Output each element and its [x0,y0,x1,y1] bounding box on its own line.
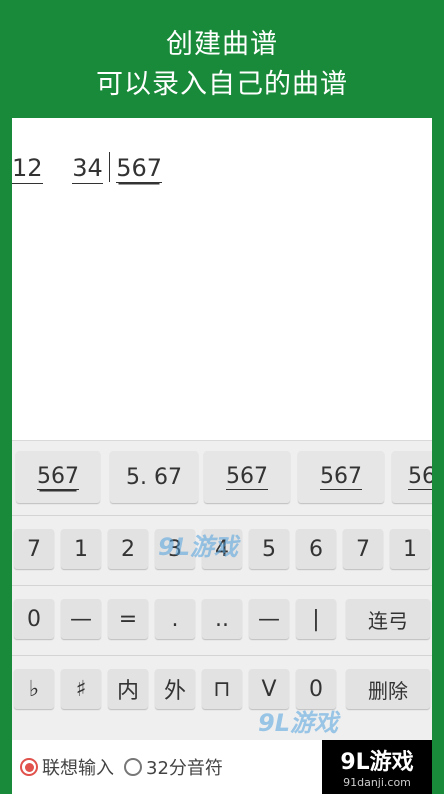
delete-button[interactable]: 删除 [346,669,430,709]
key-double-underline[interactable]: = [108,599,148,639]
key-inner[interactable]: 内 [108,669,148,709]
bottom-options: 联想输入 32分音符 9L游戏 91danji.com [12,740,432,794]
slur-button[interactable]: 连弓 [346,599,430,639]
key-7-low[interactable]: 7 [14,529,54,569]
key-2[interactable]: 2 [108,529,148,569]
suggestion-2[interactable]: 5. 67 [110,451,198,503]
key-double-dot[interactable]: .. [202,599,242,639]
key-1-high[interactable]: 1 [390,529,430,569]
suggestion-4[interactable]: 567 [298,451,384,503]
divider [12,655,432,656]
badge-title: 9L游戏 [340,750,414,775]
header-banner: 创建曲谱 可以录入自己的曲谱 [0,0,444,118]
note-group-3[interactable]: 567 [116,154,163,183]
badge-url: 91danji.com [343,776,411,789]
suggestion-3[interactable]: 567 [204,451,290,503]
key-rest-0[interactable]: 0 [14,599,54,639]
key-flat[interactable]: ♭ [14,669,54,709]
radio-checked-icon [20,758,38,776]
key-6[interactable]: 6 [296,529,336,569]
key-underline[interactable]: — [61,599,101,639]
divider [12,585,432,586]
watermark-logo: 9L游戏 [258,709,338,737]
key-7[interactable]: 7 [343,529,383,569]
32nd-note-option[interactable]: 32分音符 [124,754,223,780]
score-editor[interactable]: 12 34 567 [12,118,432,440]
note-group-2[interactable]: 34 [72,154,103,184]
note-group-1[interactable]: 12 [12,154,43,184]
key-dot[interactable]: . [155,599,195,639]
suggestion-5[interactable]: 56 [392,451,432,503]
key-bar-line[interactable]: | [296,599,336,639]
key-outer[interactable]: 外 [155,669,195,709]
key-1[interactable]: 1 [61,529,101,569]
banner-subtitle: 可以录入自己的曲谱 [96,69,348,100]
key-down-bow[interactable]: ⊓ [202,669,242,709]
divider [12,515,432,516]
key-5[interactable]: 5 [249,529,289,569]
suggestion-1[interactable]: 567 [16,451,100,503]
notation-keyboard: 567 5. 67 567 567 56 7 1 2 3 4 5 6 7 1 0… [12,440,432,741]
key-dash[interactable]: — [249,599,289,639]
radio-unchecked-icon [124,758,142,776]
bar-line [108,152,111,182]
banner-title: 创建曲谱 [166,29,278,60]
watermark-logo: 9L游戏 [158,533,238,561]
score-line: 12 34 567 [12,152,163,184]
predictive-input-label: 联想输入 [42,758,114,779]
predictive-input-option[interactable]: 联想输入 [20,754,114,780]
key-sharp[interactable]: ♯ [61,669,101,709]
site-badge: 9L游戏 91danji.com [322,740,432,794]
32nd-note-label: 32分音符 [146,758,223,779]
